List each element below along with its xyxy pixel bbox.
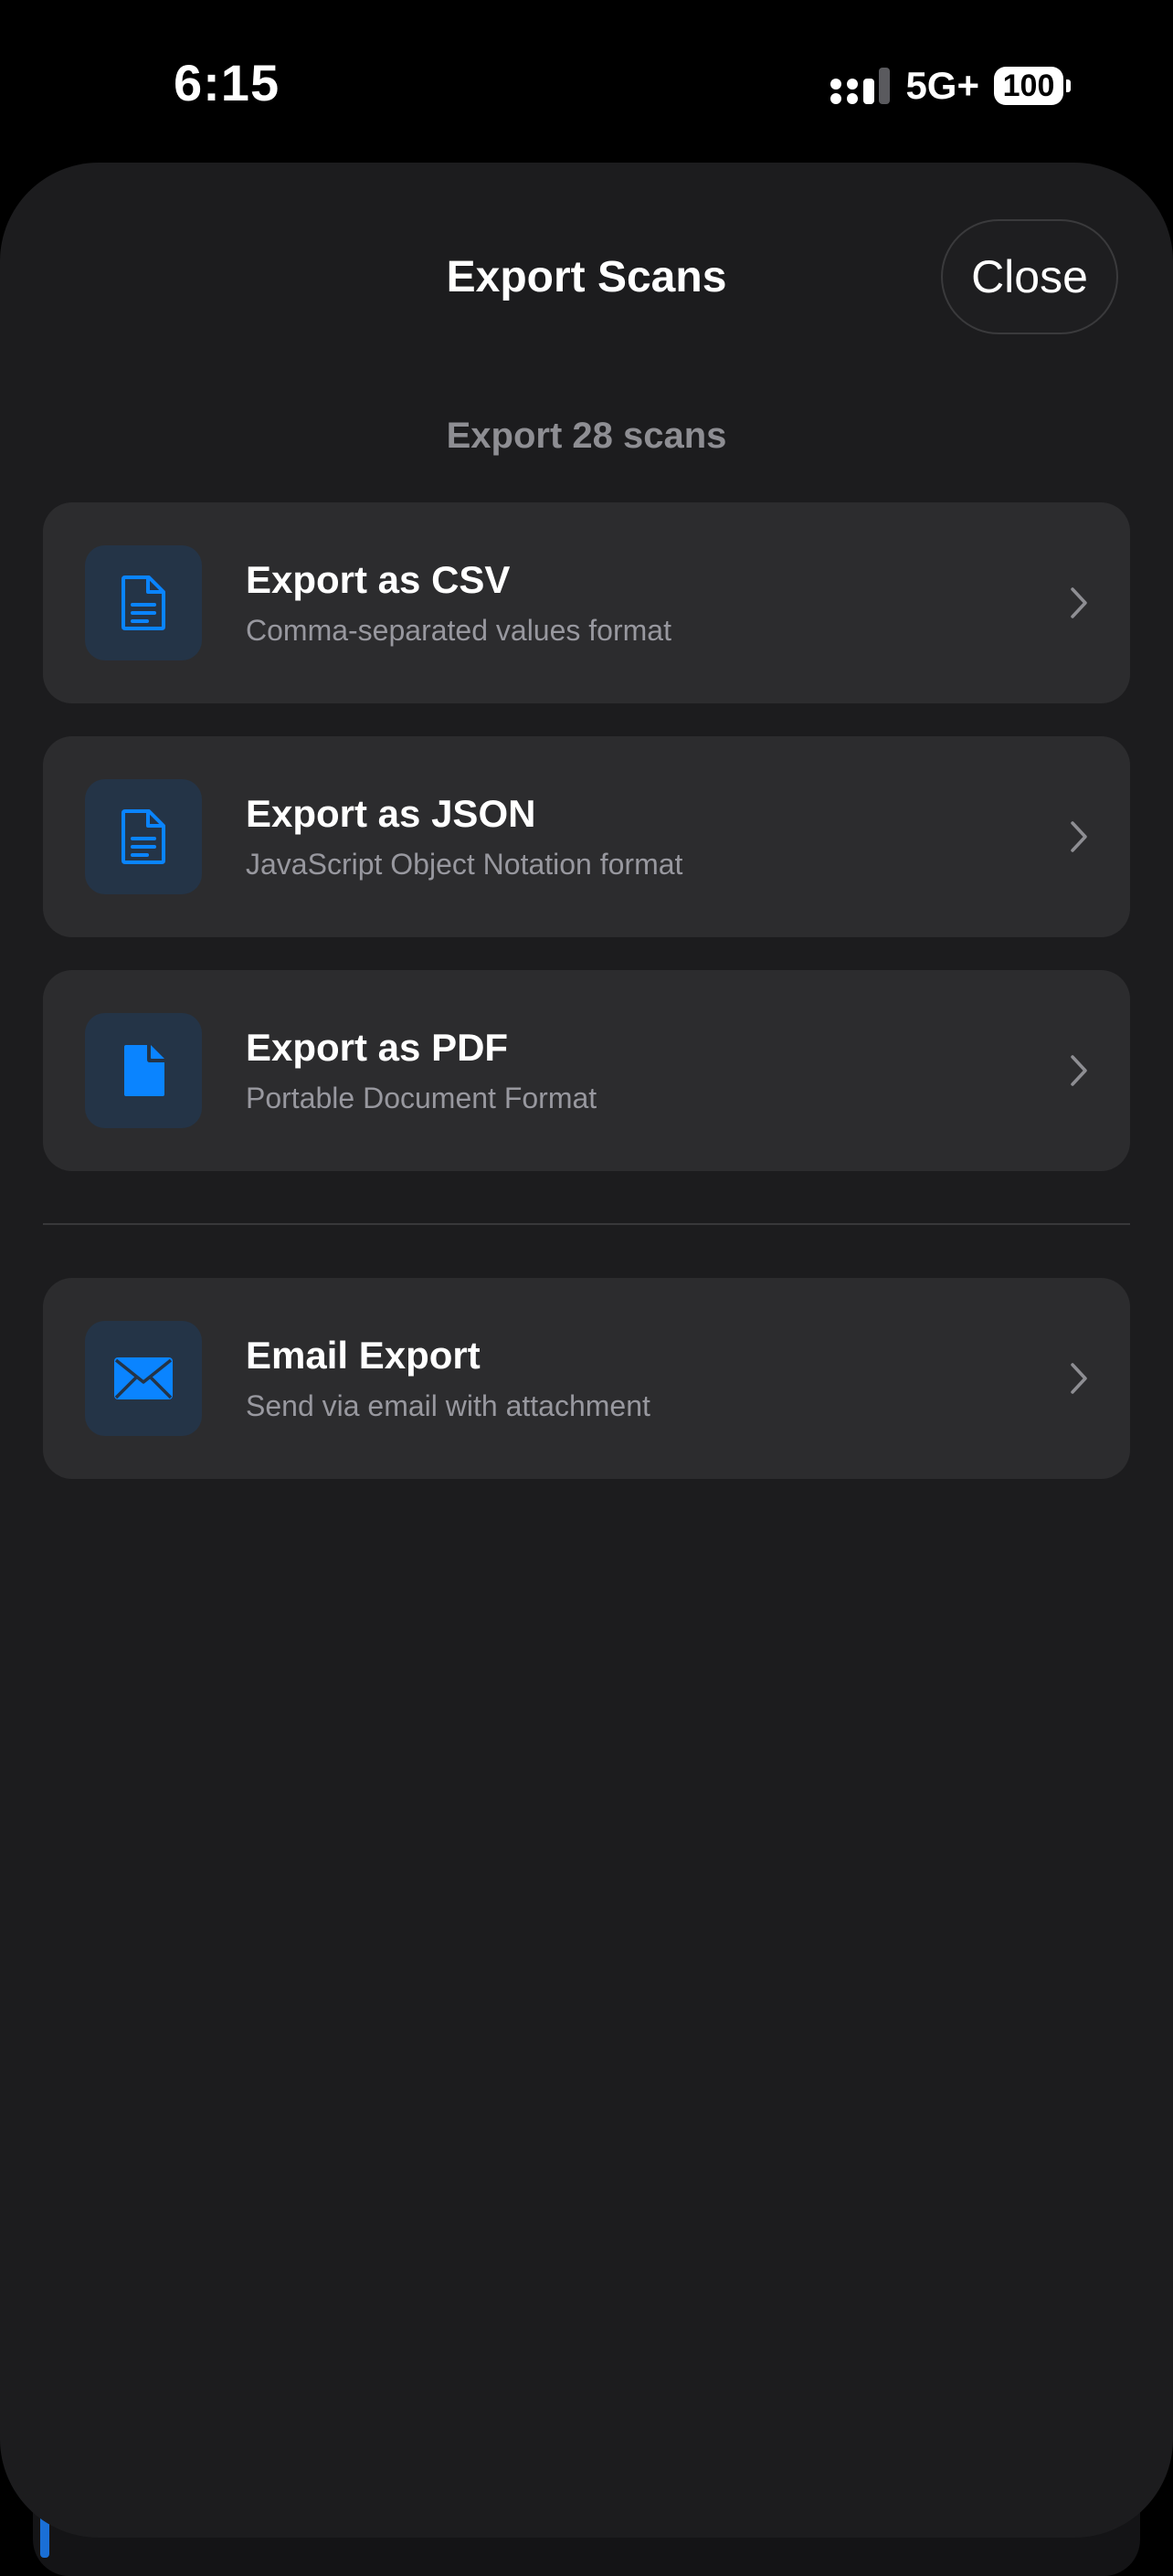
option-icon-tile: [85, 1013, 202, 1128]
option-description: Send via email with attachment: [246, 1389, 650, 1422]
export-pdf-option[interactable]: Export as PDF Portable Document Format: [43, 970, 1130, 1171]
section-divider: [43, 1223, 1130, 1225]
option-title: Export as JSON: [246, 792, 536, 835]
envelope-icon: [114, 1357, 173, 1399]
close-button[interactable]: Close: [941, 219, 1118, 334]
chevron-right-icon: [1071, 1055, 1087, 1086]
cellular-signal-icon: [830, 68, 891, 104]
status-bar: 6:15 5G+ 100: [0, 0, 1173, 164]
option-description: Comma-separated values format: [246, 614, 671, 647]
export-csv-option[interactable]: Export as CSV Comma-separated values for…: [43, 502, 1130, 703]
battery-tip: [1066, 79, 1071, 92]
email-export-option[interactable]: Email Export Send via email with attachm…: [43, 1278, 1130, 1479]
option-title: Export as CSV: [246, 558, 511, 601]
status-indicators: 5G+ 100: [829, 62, 1071, 110]
option-icon-tile: [85, 779, 202, 894]
document-text-icon: [122, 809, 165, 864]
battery-level: 100: [994, 67, 1063, 105]
chevron-right-icon: [1071, 587, 1087, 618]
option-description: Portable Document Format: [246, 1082, 597, 1114]
export-sheet: Export Scans Close Export 28 scans Expor…: [0, 163, 1173, 2538]
network-type: 5G+: [905, 64, 979, 107]
option-icon-tile: [85, 545, 202, 660]
document-filled-icon: [124, 1045, 164, 1096]
export-count-subtitle: Export 28 scans: [446, 416, 727, 456]
option-title: Export as PDF: [246, 1026, 509, 1069]
option-icon-tile: [85, 1321, 202, 1436]
chevron-right-icon: [1071, 821, 1087, 852]
export-json-option[interactable]: Export as JSON JavaScript Object Notatio…: [43, 736, 1130, 937]
document-text-icon: [122, 575, 165, 630]
status-time: 6:15: [174, 54, 280, 111]
chevron-right-icon: [1071, 1363, 1087, 1394]
option-title: Email Export: [246, 1334, 481, 1377]
battery-icon: 100: [994, 67, 1071, 105]
option-description: JavaScript Object Notation format: [246, 848, 683, 881]
